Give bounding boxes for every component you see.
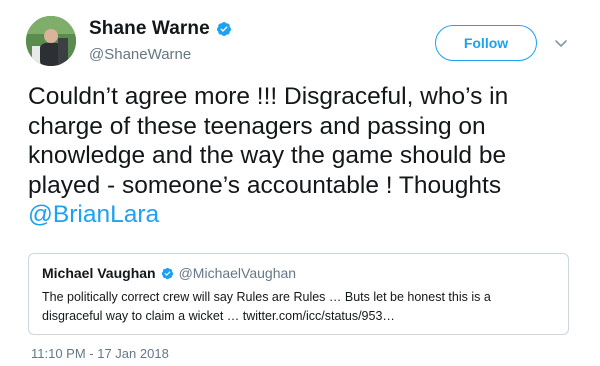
quoted-tweet-text-line: The politically correct crew will say Ru… (42, 290, 491, 304)
tweet-text-line: charge of these teenagers and passing on (28, 112, 486, 140)
verified-badge-icon (216, 21, 232, 37)
mention-link[interactable]: @BrianLara (28, 200, 576, 230)
quoted-author-handle: @MichaelVaughan (178, 265, 297, 281)
verified-badge-icon (161, 267, 174, 280)
tweet-text-line: knowledge and the way the game should be (28, 142, 507, 169)
avatar-image (26, 16, 76, 66)
quoted-tweet-card[interactable]: Michael Vaughan @MichaelVaughan The poli… (28, 253, 569, 335)
quoted-tweet-header: Michael Vaughan @MichaelVaughan (42, 265, 296, 281)
quoted-tweet-text-line: disgraceful way to claim a wicket … twit… (42, 309, 395, 323)
quoted-author-name: Michael Vaughan (42, 265, 156, 281)
author-display-name[interactable]: Shane Warne (89, 18, 210, 40)
avatar[interactable] (26, 16, 76, 66)
quoted-tweet-text: The politically correct crew will say Ru… (42, 288, 562, 326)
tweet-text-line: Couldn’t agree more !!! Disgraceful, who… (28, 83, 509, 110)
tweet-timestamp[interactable]: 11:10 PM - 17 Jan 2018 (31, 346, 169, 361)
tweet-text: Couldn’t agree more !!! Disgraceful, who… (28, 82, 576, 230)
author-name-row: Shane Warne (89, 18, 232, 40)
follow-button[interactable]: Follow (435, 25, 537, 61)
chevron-down-icon[interactable] (553, 35, 569, 51)
tweet-text-line: played - someone’s accountable ! Thought… (28, 171, 502, 199)
author-handle[interactable]: @ShaneWarne (89, 46, 191, 63)
